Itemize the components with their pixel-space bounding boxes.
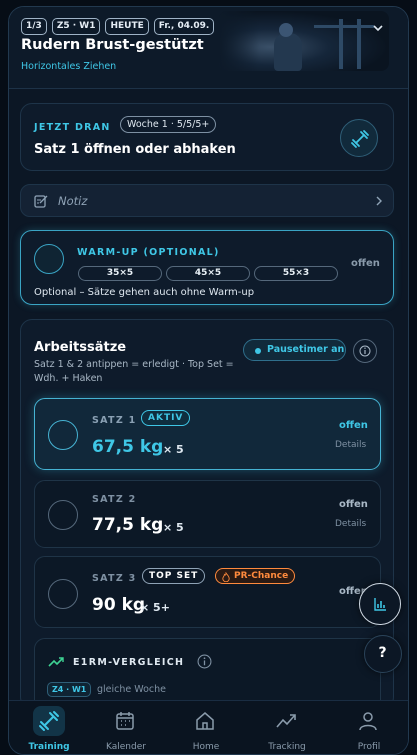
pause-timer-label: Pausetimer an <box>267 344 345 355</box>
info-button[interactable] <box>353 339 377 363</box>
exercise-header[interactable]: 1/3 Z5 · W1 HEUTE Fr., 04.09. Rudern Bru… <box>9 7 408 89</box>
set-1-checkbox[interactable] <box>48 420 78 450</box>
chip-date: Fr., 04.09. <box>153 18 215 35</box>
e1rm-text: gleiche Woche <box>97 684 167 695</box>
warmup-checkbox[interactable] <box>34 244 64 274</box>
next-step-label: JETZT DRAN <box>34 122 111 133</box>
stats-fab[interactable] <box>359 583 401 625</box>
timer-dot-icon <box>255 348 261 354</box>
bottom-nav: Training Kalender Home Tracking Profil <box>9 700 408 754</box>
warmup-set-2[interactable]: 45×5 <box>166 266 250 281</box>
bar-chart-icon <box>374 598 386 611</box>
set-row-2[interactable]: SATZ 2 77,5 kg × 5 offen Details <box>34 480 381 548</box>
chip-cycle-week: Z5 · W1 <box>51 18 101 35</box>
trend-up-icon <box>48 657 64 667</box>
set-2-status: offen <box>339 499 368 510</box>
note-icon <box>34 195 48 208</box>
set-row-1[interactable]: SATZ 1 AKTIV 67,5 kg × 5 offen Details <box>34 398 381 470</box>
set-1-weight: 67,5 kg <box>92 437 164 457</box>
set-1-reps: × 5 <box>163 443 184 456</box>
nav-profile-label: Profil <box>357 742 381 752</box>
nav-tracking-label: Tracking <box>268 742 306 752</box>
help-label: ? <box>378 645 387 661</box>
set-2-reps: × 5 <box>163 521 184 534</box>
home-icon <box>196 712 214 730</box>
work-sets-hint: Satz 1 & 2 antippen = erledigt · Top Set… <box>34 359 234 384</box>
calendar-icon <box>116 712 134 730</box>
warmup-card[interactable]: WARM-UP (OPTIONAL) 35×5 45×5 55×3 offen … <box>20 230 394 305</box>
nav-profile[interactable]: Profil <box>329 701 408 754</box>
chip-today: HEUTE <box>105 18 149 35</box>
pr-chance-label: PR-Chance <box>234 571 289 581</box>
dumbbell-icon <box>351 130 369 148</box>
set-3-reps: × 5+ <box>140 601 170 614</box>
set-1-details-link[interactable]: Details <box>335 440 366 450</box>
nav-home-label: Home <box>192 742 220 752</box>
pr-chance-badge: PR-Chance <box>215 568 296 584</box>
set-3-label: SATZ 3 <box>92 573 137 584</box>
set-3-topset-badge: TOP SET <box>142 568 206 584</box>
exercise-image <box>219 11 389 71</box>
set-2-weight: 77,5 kg <box>92 515 164 535</box>
warmup-label: WARM-UP (OPTIONAL) <box>77 247 220 258</box>
set-1-label: SATZ 1 <box>92 415 137 426</box>
e1rm-chip: Z4 · W1 <box>47 682 92 697</box>
exercise-title: Rudern Brust-gestützt <box>21 37 204 53</box>
exercise-subtitle: Horizontales Ziehen <box>21 61 117 72</box>
chevron-down-icon[interactable] <box>371 21 385 35</box>
set-1-active-badge: AKTIV <box>141 410 191 426</box>
work-sets-card: Arbeitssätze Satz 1 & 2 antippen = erled… <box>20 319 394 718</box>
next-step-card[interactable]: JETZT DRAN Woche 1 · 5/5/5+ Satz 1 öffne… <box>20 103 394 171</box>
app-window: 1/3 Z5 · W1 HEUTE Fr., 04.09. Rudern Bru… <box>8 6 409 755</box>
dumbbell-icon <box>39 711 59 731</box>
set-2-label: SATZ 2 <box>92 494 137 505</box>
flame-icon <box>222 572 230 582</box>
chevron-right-icon <box>376 196 382 206</box>
help-button[interactable]: ? <box>364 635 402 673</box>
pause-timer-toggle[interactable]: Pausetimer an <box>243 339 346 361</box>
trend-icon <box>276 714 296 728</box>
nav-home[interactable]: Home <box>166 701 246 754</box>
info-icon <box>359 345 371 357</box>
warmup-hint: Optional – Sätze gehen auch ohne Warm-up <box>34 287 255 298</box>
note-label: Notiz <box>58 194 88 208</box>
e1rm-label: E1RM-VERGLEICH <box>73 657 185 668</box>
set-2-checkbox[interactable] <box>48 500 78 530</box>
work-sets-title: Arbeitssätze <box>34 340 127 355</box>
next-step-text: Satz 1 öffnen oder abhaken <box>34 142 236 157</box>
user-icon <box>359 712 377 731</box>
warmup-set-1[interactable]: 35×5 <box>78 266 162 281</box>
warmup-status: offen <box>351 258 380 269</box>
week-chip: Woche 1 · 5/5/5+ <box>120 116 217 133</box>
nav-training[interactable]: Training <box>9 701 89 754</box>
nav-calendar[interactable]: Kalender <box>86 701 166 754</box>
set-3-checkbox[interactable] <box>48 579 78 609</box>
nav-calendar-label: Kalender <box>106 742 146 752</box>
note-row[interactable]: Notiz <box>20 184 394 217</box>
dumbbell-button[interactable] <box>340 119 378 157</box>
nav-tracking[interactable]: Tracking <box>247 701 327 754</box>
set-row-3[interactable]: SATZ 3 TOP SET PR-Chance 90 kg × 5+ offe… <box>34 556 381 628</box>
chip-set-counter: 1/3 <box>21 18 47 35</box>
set-3-weight: 90 kg <box>92 595 146 615</box>
set-1-status: offen <box>339 420 368 431</box>
info-icon[interactable] <box>197 654 212 669</box>
nav-training-label: Training <box>28 742 70 752</box>
warmup-set-3[interactable]: 55×3 <box>254 266 338 281</box>
set-2-details-link[interactable]: Details <box>335 519 366 529</box>
